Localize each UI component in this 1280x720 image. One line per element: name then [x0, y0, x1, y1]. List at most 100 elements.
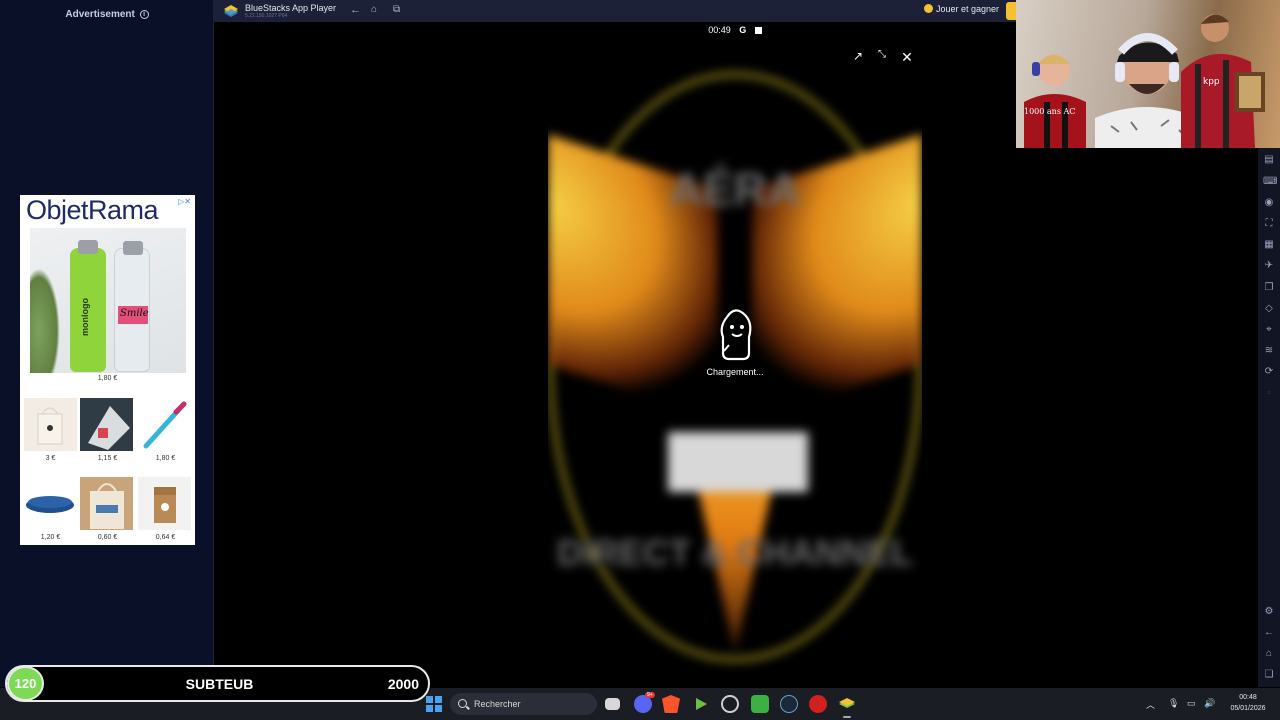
sidebar-sync-icon[interactable]: ⟳ — [1263, 366, 1275, 378]
search-icon — [458, 699, 467, 708]
active-app-indicator — [843, 716, 851, 718]
mascot-icon — [720, 309, 752, 361]
sub-goal-target: 2000 — [387, 676, 419, 692]
notification-icon — [754, 27, 762, 34]
coin-icon — [924, 4, 933, 13]
ad-banner[interactable]: ObjetRama ▷✕ monlogo Smile 1,80 € 3 € 1,… — [20, 195, 195, 545]
file-explorer-icon[interactable] — [605, 698, 620, 710]
product-price-6: 0,64 € — [155, 534, 176, 541]
app-version: 5.22.150.1027 P64 — [245, 13, 288, 19]
ad-hero-image[interactable]: monlogo Smile — [30, 228, 186, 373]
phone-statusbar: 00:49 G — [548, 22, 922, 38]
media-player-icon[interactable] — [692, 695, 710, 713]
volume-icon[interactable]: 🔊 — [1204, 698, 1215, 709]
shirt-caption: 1000 ans AC — [1024, 107, 1076, 116]
youtube-icon[interactable] — [809, 695, 827, 713]
product-thumb-tote[interactable] — [24, 398, 77, 451]
tote-bag-icon — [37, 407, 63, 445]
webcam-overlay: kpp 1000 ans AC — [1016, 0, 1280, 148]
sidebar-disabled-icon: ▫ — [1267, 388, 1271, 399]
loading-label: Chargement... — [706, 367, 764, 377]
sidebar-back-icon[interactable]: ← — [1263, 627, 1275, 639]
microphone-icon[interactable]: 🎙 — [1168, 698, 1179, 709]
sub-goal-label: SUBTEUB — [185, 676, 254, 692]
product-price-1: 3 € — [45, 455, 56, 462]
product-price-2: 1,15 € — [97, 455, 118, 462]
google-icon: G — [739, 25, 747, 35]
sidebar-recents-icon[interactable]: ❏ — [1263, 669, 1275, 681]
blanket-icon — [26, 496, 74, 513]
home-icon[interactable]: ⌂ — [371, 4, 377, 15]
sidebar-screenshot-icon[interactable]: ⛶ — [1263, 218, 1275, 230]
sidebar-store-icon[interactable]: ▤ — [1263, 154, 1275, 166]
steam-icon[interactable] — [780, 695, 798, 713]
ad-header: Advertisement i — [0, 9, 214, 20]
bluestacks-taskbar-icon[interactable] — [838, 695, 856, 713]
art-title: AÉRA — [669, 163, 801, 215]
sidebar-location-icon[interactable]: ⌖ — [1263, 324, 1275, 336]
sidebar-home-icon[interactable]: ⌂ — [1263, 648, 1275, 660]
bluestacks-titlebar: BlueStacks App Player 5.22.150.1027 P64 … — [214, 0, 1016, 22]
product-thumb-paper-bag[interactable] — [138, 477, 191, 530]
phone-screen[interactable]: 00:49 G AÉRA DIRECT & CHANNEL ↗ ⤡ ✕ Char… — [548, 22, 922, 687]
sidebar-eraser-icon[interactable]: ◇ — [1263, 303, 1275, 315]
ad-brand: ObjetRama — [26, 195, 159, 225]
adchoices-icon[interactable]: ▷✕ — [178, 197, 191, 206]
product-thumb-notebook[interactable] — [80, 398, 133, 451]
product-thumb-blanket[interactable] — [24, 477, 77, 530]
brave-icon[interactable] — [662, 695, 680, 713]
ad-header-label: Advertisement — [65, 9, 135, 20]
sub-count-badge: 120 — [7, 666, 44, 701]
ad-column: Advertisement i ObjetRama ▷✕ monlogo Smi… — [0, 0, 214, 687]
tray-chevron-icon[interactable]: ︿ — [1146, 698, 1155, 711]
chrome-icon[interactable] — [721, 695, 739, 713]
discord-badge: 9+ — [645, 692, 655, 698]
sidebar-camera-icon[interactable]: ◉ — [1263, 197, 1275, 209]
sidebar-settings-icon[interactable]: ⚙ — [1263, 606, 1275, 618]
sidebar-airplane-icon[interactable]: ✈ — [1263, 260, 1275, 272]
play-earn-label: Jouer et gagner — [936, 4, 1000, 14]
app-title: BlueStacks App Player — [245, 3, 337, 13]
screen: Advertisement i ObjetRama ▷✕ monlogo Smi… — [0, 0, 1280, 720]
product-price-5: 0,60 € — [97, 534, 118, 541]
bluestacks-logo-icon — [224, 5, 238, 17]
open-external-icon[interactable]: ↗ — [851, 49, 865, 63]
bluestacks-accent-tab[interactable] — [1006, 2, 1016, 20]
art-bottom-text: DIRECT & CHANNEL — [557, 532, 913, 573]
pen-icon — [143, 401, 187, 449]
streamer-left — [1024, 54, 1086, 148]
close-icon[interactable]: ✕ — [900, 49, 914, 65]
product-price-4: 1,20 € — [40, 534, 61, 541]
clock-date: 05/01/2026 — [1230, 705, 1266, 712]
info-icon[interactable]: i — [139, 9, 149, 19]
sidebar-multi-instance-icon[interactable]: ❐ — [1263, 282, 1275, 294]
spreadsheet-icon[interactable] — [751, 695, 769, 713]
recent-apps-icon[interactable]: ⧉ — [393, 4, 400, 15]
sub-goal-bar: SUBTEUB 120 2000 — [5, 665, 430, 702]
paper-bag-icon — [154, 487, 176, 523]
sidebar-keyboard-icon[interactable]: ⌨ — [1263, 176, 1277, 188]
clock-time: 00:48 — [1239, 694, 1257, 701]
product-thumb-cotton-bag[interactable] — [80, 477, 133, 530]
taskbar-search[interactable]: Rechercher — [450, 693, 597, 715]
minimize-icon[interactable]: ⤡ — [875, 49, 889, 63]
loading-indicator: Chargement... — [548, 307, 922, 377]
play-earn-button[interactable]: Jouer et gagner — [924, 4, 999, 14]
notebook-icon — [88, 406, 130, 450]
phone-time: 00:49 — [708, 25, 731, 35]
blurred-white-block — [668, 432, 808, 492]
bluestacks-sidebar: ▤ ⌨ ◉ ⛶ ▦ ✈ ❐ ◇ ⌖ ≋ ⟳ ▫ ⚙ ← ⌂ ❏ — [1258, 148, 1280, 687]
product-thumb-pen[interactable] — [138, 398, 191, 451]
product-price-3: 1,80 € — [155, 455, 176, 462]
painting-figure: kpp — [1181, 14, 1265, 148]
smile-label: Smile — [118, 306, 149, 324]
hero-price: 1,80 € — [97, 375, 118, 382]
sidebar-media-icon[interactable]: ▦ — [1263, 239, 1275, 251]
back-arrow-icon[interactable]: ← — [350, 4, 361, 16]
bottle-logo-text: monlogo — [80, 298, 90, 336]
cotton-bag-icon — [90, 483, 124, 529]
windows-start-icon[interactable] — [426, 696, 442, 712]
taskbar-clock[interactable]: 00:48 05/01/2026 — [1222, 692, 1274, 714]
network-icon[interactable]: ▭ — [1187, 698, 1196, 709]
sidebar-layers-icon[interactable]: ≋ — [1263, 345, 1275, 357]
